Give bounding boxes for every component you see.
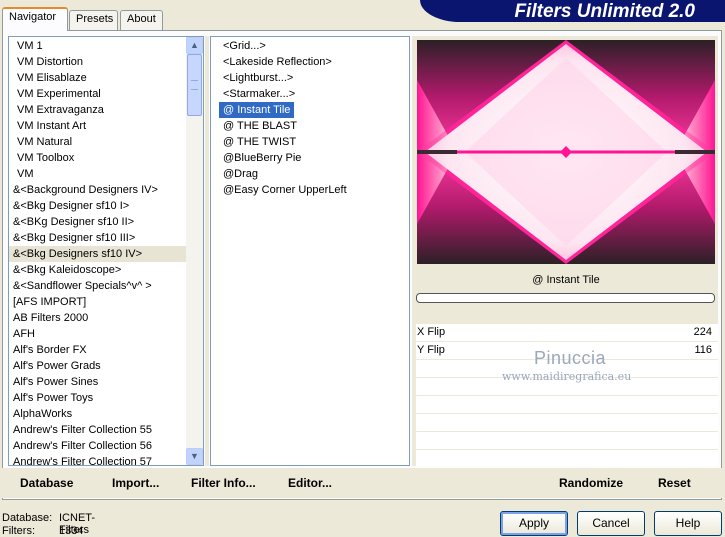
filter-item[interactable]: @Drag [219, 166, 409, 182]
category-item[interactable]: VM [9, 166, 203, 182]
scroll-down-icon[interactable]: ▼ [186, 448, 203, 465]
filter-item[interactable]: @ THE TWIST [219, 134, 409, 150]
category-item[interactable]: &<Sandflower Specials^v^ > [9, 278, 203, 294]
category-item[interactable]: Andrew's Filter Collection 57 [9, 454, 203, 465]
filter-item[interactable]: @ THE BLAST [219, 118, 409, 134]
tab-presets[interactable]: Presets [69, 10, 118, 30]
cancel-button[interactable]: Cancel [577, 511, 645, 536]
filter-item[interactable]: <Lightburst...> [219, 70, 409, 86]
category-item[interactable]: AFH [9, 326, 203, 342]
progress-bar [416, 293, 715, 303]
category-item[interactable]: VM Elisablaze [9, 70, 203, 86]
filter-item[interactable]: @ Instant Tile [219, 102, 295, 118]
tab-about[interactable]: About [120, 10, 163, 30]
apply-button[interactable]: Apply [500, 511, 568, 536]
filter-item[interactable]: @BlueBerry Pie [219, 150, 409, 166]
param-value: 116 [694, 344, 712, 356]
filter-item[interactable]: <Lakeside Reflection> [219, 54, 409, 70]
status-database: Database: ICNET-Filters [2, 512, 95, 536]
category-scrollbar[interactable]: ▲ ▼ [186, 37, 203, 465]
category-items: VM 1 VM Distortion VM Elisablaze VM Experim… [9, 37, 203, 465]
category-item[interactable]: Andrew's Filter Collection 55 [9, 422, 203, 438]
category-item[interactable]: Alf's Border FX [9, 342, 203, 358]
category-item[interactable]: VM Instant Art [9, 118, 203, 134]
param-name: Y Flip [417, 344, 445, 356]
category-list[interactable]: VM 1 VM Distortion VM Elisablaze VM Experim… [8, 36, 204, 466]
watermark-url: www.maidiregrafica.eu [502, 370, 632, 383]
category-item[interactable]: AB Filters 2000 [9, 310, 203, 326]
status-filters-label: Filters: [2, 525, 35, 537]
category-item[interactable]: &<Bkg Designer sf10 III> [9, 230, 203, 246]
category-item[interactable]: &<Bkg Kaleidoscope> [9, 262, 203, 278]
category-item[interactable]: VM Natural [9, 134, 203, 150]
randomize-link[interactable]: Randomize [559, 476, 623, 490]
scroll-thumb[interactable] [187, 54, 202, 116]
category-item[interactable]: &<Bkg Designers sf10 IV> [9, 246, 203, 262]
category-item[interactable]: &<Background Designers IV> [9, 182, 203, 198]
scroll-up-icon[interactable]: ▲ [186, 37, 203, 54]
param-row-empty [416, 414, 718, 432]
category-item[interactable]: VM Distortion [9, 54, 203, 70]
param-name: X Flip [417, 326, 446, 338]
category-item[interactable]: Alf's Power Grads [9, 358, 203, 374]
category-item[interactable]: VM Extravaganza [9, 102, 203, 118]
category-item[interactable]: [AFS IMPORT] [9, 294, 203, 310]
preview-filter-name: @ Instant Tile [417, 270, 715, 290]
category-item[interactable]: &<BKg Designer sf10 II> [9, 214, 203, 230]
title-banner: Filters Unlimited 2.0 [420, 0, 725, 22]
watermark-title: Pinuccia [534, 348, 607, 368]
list-divider[interactable] [205, 36, 209, 466]
status-database-label: Database: [2, 512, 53, 524]
database-link[interactable]: Database [20, 476, 73, 490]
filter-info-link[interactable]: Filter Info... [191, 476, 256, 490]
param-value: 224 [693, 326, 712, 338]
parameter-area: X Flip 224 Y Flip 116 Pinuccia www.maidi… [416, 324, 718, 466]
category-item[interactable]: VM Toolbox [9, 150, 203, 166]
filter-item[interactable]: <Grid...> [219, 38, 409, 54]
status-filters: Filters: 1334 [2, 525, 83, 537]
category-item[interactable]: VM Experimental [9, 86, 203, 102]
import-link[interactable]: Import... [112, 476, 159, 490]
category-item[interactable]: Alf's Power Toys [9, 390, 203, 406]
editor-link[interactable]: Editor... [288, 476, 332, 490]
preview-image [417, 40, 715, 264]
category-item[interactable]: AlphaWorks [9, 406, 203, 422]
category-item[interactable]: &<Bkg Designer sf10 I> [9, 198, 203, 214]
app-title: Filters Unlimited 2.0 [514, 1, 695, 22]
category-item[interactable]: Andrew's Filter Collection 56 [9, 438, 203, 454]
param-row-empty [416, 396, 718, 414]
filter-item[interactable]: <Starmaker...> [219, 86, 409, 102]
filter-items: <Grid...> <Lakeside Reflection> <Lightburs… [211, 37, 409, 198]
category-item[interactable]: Alf's Power Sines [9, 374, 203, 390]
help-button[interactable]: Help [654, 511, 722, 536]
param-row-empty [416, 432, 718, 450]
reset-link[interactable]: Reset [658, 476, 691, 490]
tab-navigator[interactable]: Navigator [2, 7, 68, 31]
filter-item[interactable]: @Easy Corner UpperLeft [219, 182, 409, 198]
category-item[interactable]: VM 1 [9, 38, 203, 54]
param-row-x-flip[interactable]: X Flip 224 [416, 324, 718, 342]
preview-panel: @ Instant Tile X Flip 224 Y Flip 116 Pin… [412, 36, 718, 466]
bottom-link-bar: Database Import... Filter Info... Editor… [2, 468, 722, 498]
filter-list[interactable]: <Grid...> <Lakeside Reflection> <Lightburs… [210, 36, 410, 466]
status-filters-value: 1334 [59, 525, 84, 537]
